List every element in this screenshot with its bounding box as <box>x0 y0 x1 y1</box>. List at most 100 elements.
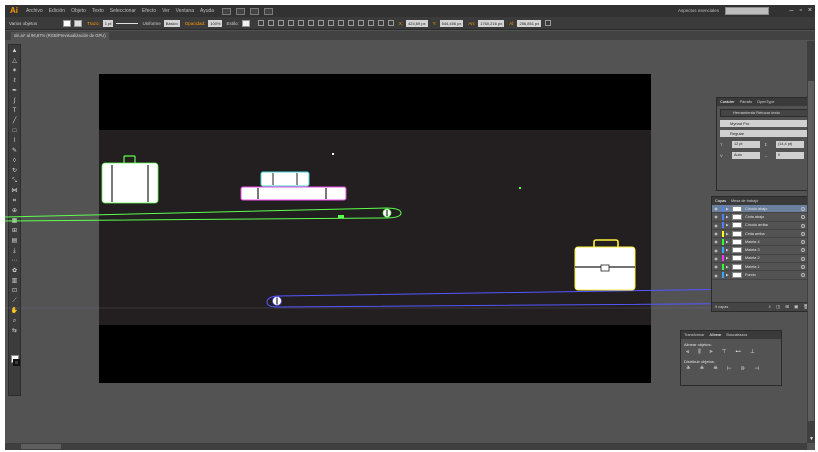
vertical-scroll-thumb[interactable] <box>808 81 814 421</box>
tab-transform[interactable]: Transformar <box>684 333 705 337</box>
horizontal-distribute-left-icon[interactable]: ⊢ <box>727 366 732 372</box>
visibility-eye-icon[interactable]: ◉ <box>713 239 719 244</box>
font-style-field[interactable]: Regular <box>720 130 810 137</box>
layer-row[interactable]: ◉ ▶ Maleta 2 <box>712 255 813 264</box>
vertical-align-top-icon[interactable]: ⊤ <box>722 349 727 356</box>
align-objects-label: Alinear objetos: <box>684 342 712 347</box>
layer-name[interactable]: Maleta 4 <box>745 240 760 244</box>
expand-arrow-icon[interactable]: ▶ <box>726 232 730 236</box>
horizontal-align-right-icon[interactable]: ⫸ <box>710 349 713 356</box>
leading-icon: ⇕ <box>764 141 768 147</box>
horizontal-align-left-icon[interactable]: ⫷ <box>686 349 689 356</box>
new-layer-icon[interactable]: ▣ <box>794 304 798 310</box>
suitcase-3[interactable] <box>260 171 310 187</box>
tab-paragraph[interactable]: Párrafo <box>740 100 752 104</box>
expand-arrow-icon[interactable]: ▶ <box>726 265 730 269</box>
tab-align[interactable]: Alinear <box>710 333 722 337</box>
layer-row[interactable]: ◉ ▶ Cinta abajo <box>712 213 813 222</box>
target-circle-icon[interactable] <box>801 223 805 228</box>
belt-top-path <box>5 207 402 222</box>
visibility-eye-icon[interactable]: ◉ <box>713 273 719 278</box>
visibility-eye-icon[interactable]: ◉ <box>713 214 719 219</box>
layer-name[interactable]: Fondo <box>745 273 756 277</box>
layer-color-marker <box>722 247 724 254</box>
layer-name[interactable]: Círculo abajo <box>745 207 767 211</box>
tab-artboards[interactable]: Mesa de trabajo <box>731 199 758 203</box>
kerning-field[interactable]: Auto <box>732 152 760 159</box>
layer-color-marker <box>722 255 724 262</box>
target-circle-icon[interactable] <box>801 231 805 236</box>
layer-row[interactable]: ◉ ▶ Fondo <box>712 271 813 280</box>
scroll-down-icon[interactable]: ▼ <box>809 436 814 442</box>
suitcase-4[interactable] <box>574 239 636 291</box>
visibility-eye-icon[interactable]: ◉ <box>713 264 719 269</box>
vertical-distribute-bottom-icon[interactable]: ≞ <box>713 366 718 372</box>
target-circle-icon[interactable] <box>801 273 805 278</box>
layer-thumbnail <box>732 263 742 270</box>
vertical-distribute-top-icon[interactable]: ≚ <box>686 366 691 372</box>
target-circle-icon[interactable] <box>801 215 805 220</box>
layer-row[interactable]: ◉ ▶ Círculo arriba <box>712 222 813 230</box>
target-circle-icon[interactable] <box>801 256 805 261</box>
layers-count: 9 capas <box>715 305 729 309</box>
layer-thumbnail <box>732 205 742 212</box>
horizontal-scrollbar[interactable] <box>5 443 807 450</box>
layer-thumbnail <box>732 247 742 254</box>
expand-arrow-icon[interactable]: ▶ <box>726 273 730 277</box>
tab-pathfinder[interactable]: Buscatrazos <box>726 333 747 337</box>
layer-row[interactable]: ◉ ▶ Círculo abajo <box>712 205 813 214</box>
layer-row[interactable]: ◉ ▶ Cinta arriba <box>712 230 813 239</box>
layer-name[interactable]: Círculo arriba <box>745 223 768 227</box>
visibility-eye-icon[interactable]: ◉ <box>713 248 719 253</box>
horizontal-align-center-icon[interactable]: ⫼ <box>698 349 701 356</box>
expand-arrow-icon[interactable]: ▶ <box>726 215 730 219</box>
layer-row[interactable]: ◉ ▶ Maleta 3 <box>712 246 813 255</box>
leading-field[interactable]: (14,4 pt) <box>776 141 804 148</box>
horizontal-scroll-thumb[interactable] <box>21 444 61 449</box>
layer-color-marker <box>722 230 724 237</box>
locate-object-icon[interactable]: ⌕ <box>768 304 771 310</box>
tab-opentype[interactable]: OpenType <box>757 100 775 104</box>
new-sublayer-icon[interactable]: ⊞ <box>785 304 789 310</box>
layer-name[interactable]: Maleta 3 <box>745 248 760 252</box>
layer-thumbnail <box>732 230 742 237</box>
layer-row[interactable]: ◉ ▶ Maleta 4 <box>712 238 813 247</box>
expand-arrow-icon[interactable]: ▶ <box>726 256 730 260</box>
touch-type-button[interactable]: Herramienta Retocar texto <box>720 109 810 117</box>
layer-name[interactable]: Cinta arriba <box>745 232 765 236</box>
target-circle-icon[interactable] <box>801 265 805 270</box>
expand-arrow-icon[interactable]: ▶ <box>726 207 730 211</box>
clipping-mask-icon[interactable]: ◫ <box>776 304 780 310</box>
visibility-eye-icon[interactable]: ◉ <box>713 231 719 236</box>
target-circle-icon[interactable] <box>801 248 805 253</box>
tab-character[interactable]: Carácter <box>720 100 735 104</box>
tab-layers[interactable]: Capas <box>715 199 726 203</box>
vertical-align-center-icon[interactable]: ⊷ <box>736 349 742 356</box>
vertical-align-bottom-icon[interactable]: ⊥ <box>750 349 755 356</box>
layer-name[interactable]: Maleta 2 <box>745 256 760 260</box>
font-size-icon: T <box>720 141 723 147</box>
horizontal-distribute-right-icon[interactable]: ⊣ <box>754 366 759 372</box>
expand-arrow-icon[interactable]: ▶ <box>726 248 730 252</box>
expand-arrow-icon[interactable]: ▶ <box>726 223 730 227</box>
horizontal-distribute-center-icon[interactable]: ⊪ <box>741 366 746 372</box>
visibility-eye-icon[interactable]: ◉ <box>713 223 719 228</box>
suitcase-2[interactable] <box>240 186 347 218</box>
target-circle-icon[interactable] <box>801 207 805 211</box>
tracking-icon: ↔ <box>764 152 768 158</box>
font-family-field[interactable]: Myriad Pro <box>720 120 810 127</box>
layer-name[interactable]: Cinta abajo <box>745 215 764 219</box>
target-circle-icon[interactable] <box>801 240 805 245</box>
font-size-field[interactable]: 12 pt <box>732 141 760 148</box>
layer-name[interactable]: Maleta 1 <box>745 265 760 269</box>
tracking-field[interactable]: 0 <box>776 152 804 159</box>
vertical-distribute-center-icon[interactable]: ≙ <box>700 366 705 372</box>
vertical-scrollbar[interactable]: ▼ <box>807 41 815 443</box>
visibility-eye-icon[interactable]: ◉ <box>713 206 719 211</box>
layer-row[interactable]: ◉ ▶ Maleta 1 <box>712 263 813 272</box>
character-panel: Carácter Párrafo OpenType Herramienta Re… <box>716 97 814 191</box>
illustrator-window: Ai Archivo Edición Objeto Texto Seleccio… <box>5 5 815 450</box>
expand-arrow-icon[interactable]: ▶ <box>726 240 730 244</box>
suitcase-1[interactable] <box>101 155 159 204</box>
visibility-eye-icon[interactable]: ◉ <box>713 256 719 261</box>
